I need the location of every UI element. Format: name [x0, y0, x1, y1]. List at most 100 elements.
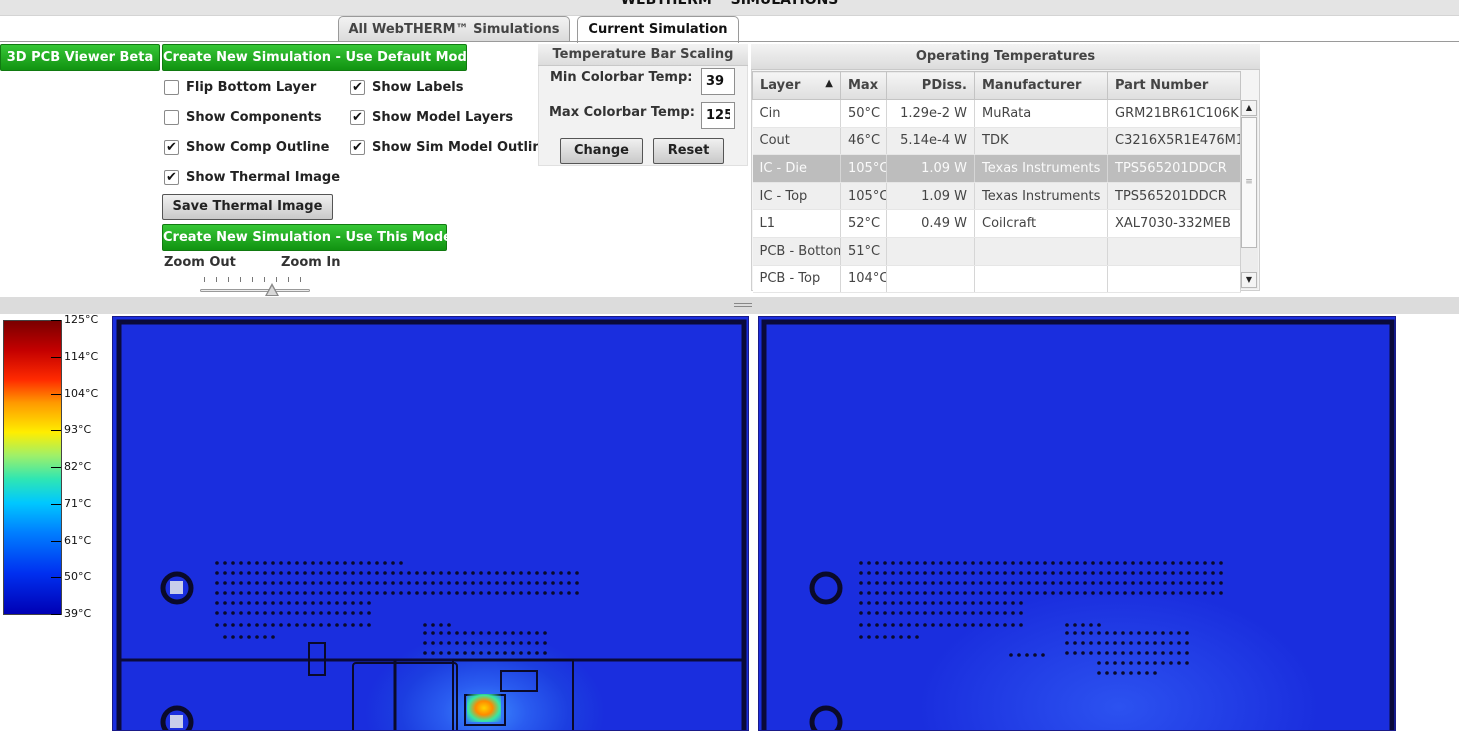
checkbox-box[interactable]	[164, 79, 179, 95]
colorbar-tick	[51, 540, 61, 542]
thermal-view-bottom[interactable]	[758, 316, 1396, 731]
cell-layer: IC - Die	[752, 154, 841, 183]
table-header-row: Layer ▲ Max PDiss. Manufacturer Part Num…	[752, 71, 1241, 100]
column-header-part-number[interactable]: Part Number	[1107, 71, 1241, 100]
cell-manufacturer: Texas Instruments	[974, 154, 1108, 183]
arrow-down-icon[interactable]: ▼	[1241, 272, 1257, 288]
column-header-layer[interactable]: Layer ▲	[752, 71, 841, 100]
show-thermal-image-checkbox[interactable]: ✔ Show Thermal Image	[164, 168, 340, 186]
change-button[interactable]: Change	[560, 138, 643, 164]
arrow-up-icon[interactable]: ▲	[1241, 100, 1257, 116]
zoom-tick	[228, 277, 229, 282]
checkbox-label: Show Comp Outline	[186, 139, 330, 155]
colorbar-label: 125°C	[64, 313, 99, 326]
column-header-label: Layer	[760, 78, 801, 93]
cell-layer: Cout	[752, 127, 841, 156]
drag-handle-icon[interactable]	[734, 303, 752, 307]
app-title: WEBTHERM™ SIMULATIONS	[620, 0, 839, 8]
colorbar-label: 114°C	[64, 349, 99, 363]
scrollbar-thumb[interactable]: ≡	[1241, 117, 1257, 248]
cell-part-number: C3216X5R1E476M16	[1107, 127, 1241, 156]
thermal-view-top[interactable]	[112, 316, 749, 731]
colorbar-label: 93°C	[64, 423, 92, 437]
checkbox-box[interactable]: ✔	[350, 79, 365, 95]
table-row[interactable]: IC - Top 105°C 1.09 W Texas Instruments …	[752, 182, 1241, 211]
checkbox-box[interactable]: ✔	[164, 169, 179, 185]
create-default-simulation-button[interactable]: Create New Simulation - Use Default Mode…	[162, 44, 480, 71]
cell-manufacturer: MuRata	[974, 99, 1108, 128]
cell-pdiss	[886, 265, 975, 294]
pcb-outline-bottom	[761, 319, 1395, 730]
show-comp-outline-checkbox[interactable]: ✔ Show Comp Outline	[164, 138, 329, 156]
cell-pdiss: 1.09 W	[886, 182, 975, 211]
table-row[interactable]: PCB - Top 104°C	[752, 265, 1241, 294]
via-array	[859, 561, 1223, 675]
zoom-out-label[interactable]: Zoom Out	[164, 255, 236, 270]
colorbar-tick	[51, 393, 61, 395]
via-array	[215, 561, 579, 655]
checkbox-label: Flip Bottom Layer	[186, 79, 317, 95]
3d-pcb-viewer-button[interactable]: 3D PCB Viewer Beta	[0, 44, 160, 71]
zoom-slider-track[interactable]	[200, 289, 310, 292]
cell-manufacturer	[974, 237, 1108, 266]
checkbox-box[interactable]: ✔	[164, 139, 179, 155]
zoom-tick	[300, 277, 301, 282]
cell-max: 46°C	[840, 127, 887, 156]
min-colorbar-temp-input[interactable]	[701, 68, 735, 95]
create-this-model-simulation-button[interactable]: Create New Simulation - Use This Model	[162, 224, 456, 251]
checkbox-box[interactable]: ✔	[350, 109, 365, 125]
show-model-layers-checkbox[interactable]: ✔ Show Model Layers	[350, 108, 513, 126]
show-sim-model-outline-checkbox[interactable]: ✔ Show Sim Model Outline	[350, 138, 550, 156]
cell-part-number: GRM21BR61C106KE	[1107, 99, 1241, 128]
pcb-outline-top	[116, 319, 747, 730]
colorbar-label: 39°C	[64, 607, 92, 620]
table-row[interactable]: L1 52°C 0.49 W Coilcraft XAL7030-332MEB	[752, 209, 1241, 238]
cell-manufacturer	[974, 265, 1108, 294]
colorbar-label: 71°C	[64, 496, 92, 510]
colorbar-tick	[51, 356, 61, 358]
cell-part-number: XAL7030-332MEB	[1107, 209, 1241, 238]
max-colorbar-temp-input[interactable]	[701, 102, 735, 129]
column-header-pdiss[interactable]: PDiss.	[886, 71, 975, 100]
table-row[interactable]: Cin 50°C 1.29e-2 W MuRata GRM21BR61C106K…	[752, 99, 1241, 128]
flip-bottom-layer-checkbox[interactable]: Flip Bottom Layer	[164, 78, 316, 96]
show-components-checkbox[interactable]: Show Components	[164, 108, 322, 126]
tab-all-simulations[interactable]: All WebTHERM™ Simulations	[338, 16, 570, 42]
zoom-tick	[252, 277, 253, 282]
tab-current-simulation[interactable]: Current Simulation	[577, 16, 739, 43]
temperature-scaling-title: Temperature Bar Scaling	[538, 44, 748, 66]
zoom-in-label[interactable]: Zoom In	[281, 255, 340, 270]
cell-layer: IC - Top	[752, 182, 841, 211]
panel-splitter[interactable]	[0, 297, 1459, 314]
zoom-tick	[204, 277, 205, 282]
colorbar-tick	[51, 430, 61, 432]
max-colorbar-temp-label: Max Colorbar Temp:	[549, 105, 695, 120]
cell-pdiss: 1.09 W	[886, 154, 975, 183]
hot-spot-ic	[467, 694, 501, 722]
cell-layer: Cin	[752, 99, 841, 128]
checkbox-label: Show Labels	[372, 79, 464, 95]
zoom-tick	[276, 277, 277, 282]
cell-part-number	[1107, 265, 1241, 294]
column-header-manufacturer[interactable]: Manufacturer	[974, 71, 1108, 100]
cell-pdiss: 0.49 W	[886, 209, 975, 238]
sort-ascending-icon: ▲	[825, 78, 833, 89]
cell-manufacturer: Texas Instruments	[974, 182, 1108, 211]
table-row[interactable]: PCB - Bottom 51°C	[752, 237, 1241, 266]
cell-max: 105°C	[840, 182, 887, 211]
cell-part-number: TPS565201DDCR	[1107, 182, 1241, 211]
table-row-selected[interactable]: IC - Die 105°C 1.09 W Texas Instruments …	[752, 154, 1241, 183]
column-header-max[interactable]: Max	[840, 71, 887, 100]
checkbox-box[interactable]: ✔	[350, 139, 365, 155]
checkbox-box[interactable]	[164, 109, 179, 125]
reset-button[interactable]: Reset	[653, 138, 724, 164]
cell-manufacturer: Coilcraft	[974, 209, 1108, 238]
checkbox-label: Show Sim Model Outline	[372, 139, 551, 155]
table-row[interactable]: Cout 46°C 5.14e-4 W TDK C3216X5R1E476M16	[752, 127, 1241, 156]
show-labels-checkbox[interactable]: ✔ Show Labels	[350, 78, 463, 96]
zoom-tick	[288, 277, 289, 282]
cell-max: 104°C	[840, 265, 887, 294]
save-thermal-image-button[interactable]: Save Thermal Image	[162, 194, 333, 220]
tab-divider	[0, 41, 1459, 42]
colorbar-tick	[51, 577, 61, 579]
